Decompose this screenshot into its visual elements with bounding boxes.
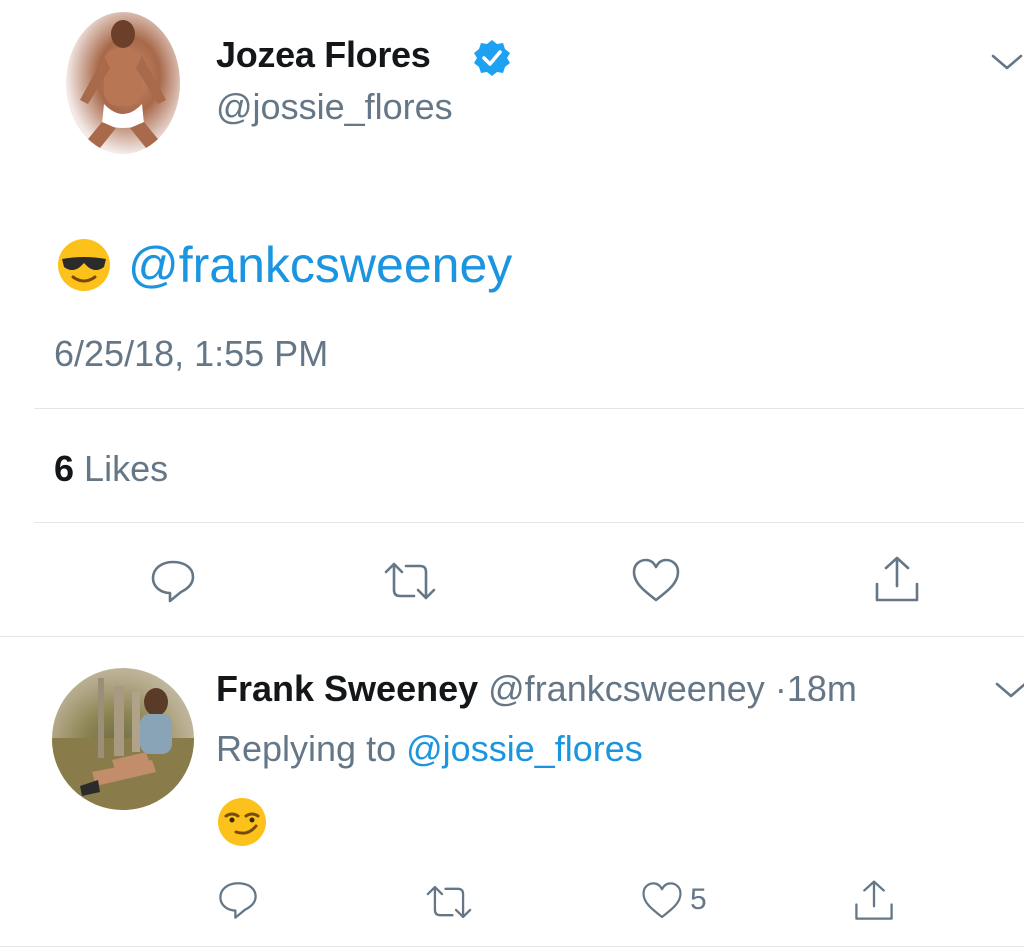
likes-count[interactable]: 6 Likes [54, 448, 168, 490]
divider [0, 946, 1024, 947]
replying-to-link[interactable]: @jossie_flores [406, 728, 643, 769]
reply-icon[interactable] [148, 556, 198, 606]
reply-avatar[interactable] [52, 668, 194, 810]
tweet-text: @frankcsweeney [56, 236, 512, 294]
share-icon[interactable] [872, 554, 922, 606]
divider [34, 408, 1024, 409]
reply-header: Frank Sweeney @frankcsweeney ·18m [216, 668, 857, 710]
author-handle[interactable]: @jossie_flores [216, 86, 453, 128]
tweet-timestamp[interactable]: 6/25/18, 1:55 PM [54, 333, 328, 375]
chevron-down-icon[interactable] [990, 52, 1024, 72]
likes-label: Likes [84, 448, 169, 489]
retweet-icon[interactable] [424, 880, 474, 924]
reply-time[interactable]: 18m [787, 668, 857, 709]
avatar[interactable] [66, 12, 180, 154]
divider [0, 636, 1024, 637]
mention-link[interactable]: @frankcsweeney [128, 236, 512, 294]
heart-icon[interactable] [640, 880, 684, 922]
sunglasses-emoji-icon [58, 239, 110, 291]
reply-icon[interactable] [216, 878, 260, 922]
author-name[interactable]: Jozea Flores [216, 34, 431, 76]
likes-number: 6 [54, 448, 75, 489]
replying-prefix: Replying to [216, 728, 397, 769]
share-icon[interactable] [852, 878, 896, 924]
retweet-icon[interactable] [382, 556, 438, 606]
verified-badge-icon [474, 40, 510, 76]
reply-author-handle[interactable]: @frankcsweeney [488, 668, 765, 709]
reply-author-name[interactable]: Frank Sweeney [216, 668, 478, 709]
reply-separator: · [774, 668, 787, 709]
heart-icon[interactable] [630, 556, 682, 606]
chevron-down-icon[interactable] [994, 680, 1024, 700]
reply-like-count: 5 [690, 883, 707, 916]
divider [34, 522, 1024, 523]
smirk-emoji-icon [218, 798, 266, 846]
replying-to: Replying to @jossie_flores [216, 728, 643, 770]
